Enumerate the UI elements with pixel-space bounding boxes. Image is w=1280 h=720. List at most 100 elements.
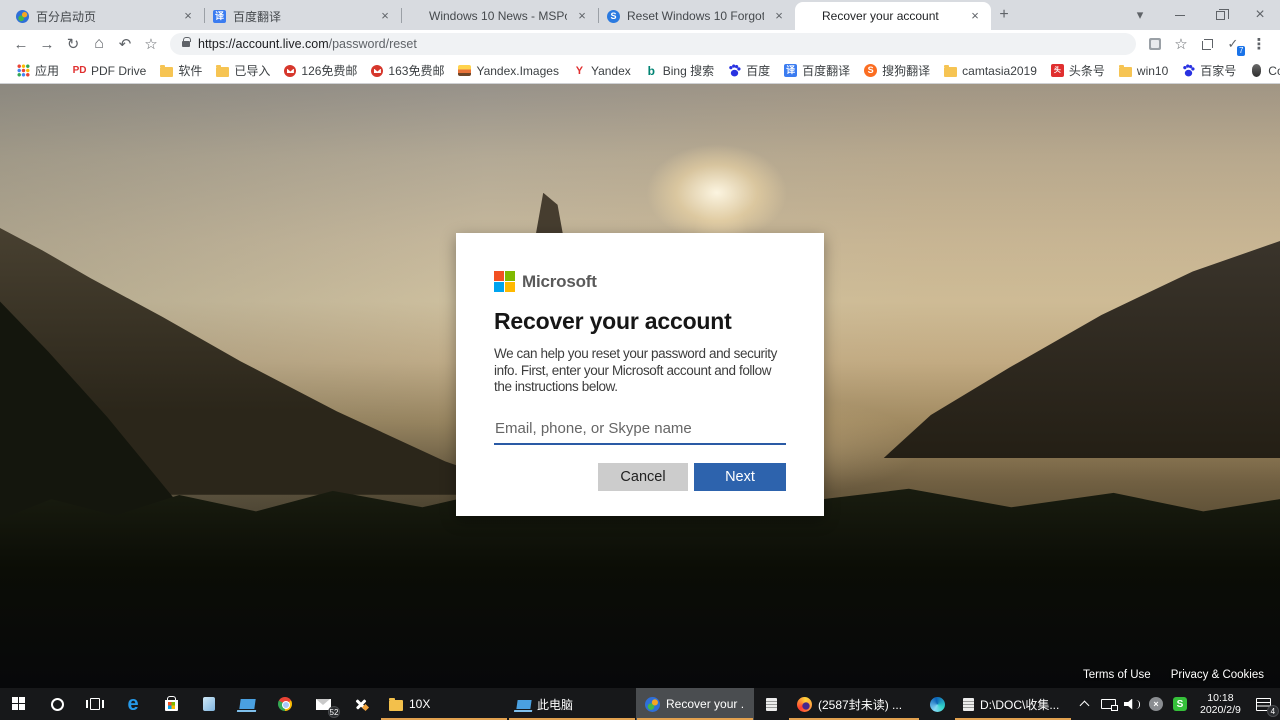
taskbar-window-firefox[interactable]: (2587封未读) ...: [788, 688, 920, 720]
network-monitor-icon: [1101, 699, 1116, 709]
volume-button[interactable]: [1120, 688, 1144, 720]
tab-list-dropdown-icon[interactable]: [1120, 0, 1160, 30]
pdf-drive-icon: [73, 64, 86, 77]
home-button[interactable]: [86, 32, 112, 56]
secure-lock-icon[interactable]: [182, 41, 190, 47]
bookmark-complete-guide[interactable]: Complete Guide...: [1243, 62, 1280, 80]
folder-icon: [944, 67, 957, 77]
address-bar[interactable]: https://account.live.com/password/reset: [170, 33, 1136, 55]
bookmark-folder-imported[interactable]: 已导入: [209, 60, 277, 81]
tab-recover-account[interactable]: Recover your account: [795, 2, 991, 30]
bookmark-star-button[interactable]: [138, 32, 164, 56]
edge-legacy-icon: [127, 694, 138, 714]
close-icon[interactable]: [771, 8, 787, 24]
wallpaper-right-hills: [883, 241, 1280, 458]
bookmark-baidu-translate[interactable]: 百度翻译: [777, 60, 857, 81]
extension-icon[interactable]: [1142, 32, 1168, 56]
bookmark-apps[interactable]: 应用: [10, 60, 66, 81]
taskbar-window-doc-notepad[interactable]: D:\DOC\收集...: [954, 688, 1072, 720]
cortana-search-button[interactable]: [38, 688, 76, 720]
tray-x-app-button[interactable]: [1144, 688, 1168, 720]
close-window-button[interactable]: [1240, 0, 1280, 30]
new-tab-button[interactable]: [991, 2, 1017, 28]
taskbar-clock[interactable]: 10:18 2020/2/9: [1192, 692, 1249, 716]
tab-cent-start-page[interactable]: 百分启动页: [8, 2, 204, 30]
store-bag-icon: [165, 700, 178, 711]
tools-button[interactable]: [342, 688, 380, 720]
yandex-images-icon: [458, 65, 471, 76]
mail-unread-badge: 52: [328, 706, 340, 718]
bookmark-toutiao[interactable]: 头条号: [1044, 60, 1112, 81]
bookmark-yandex[interactable]: Yandex: [566, 62, 638, 80]
firefox-icon: [797, 697, 812, 712]
forward-button[interactable]: [34, 32, 60, 56]
close-icon[interactable]: [180, 8, 196, 24]
edge-new-pinned-button[interactable]: [920, 688, 954, 720]
folder-icon: [389, 700, 403, 711]
window-controls: [1120, 0, 1280, 30]
close-icon[interactable]: [574, 8, 590, 24]
tab-windows-news[interactable]: Windows 10 News - MSPower: [402, 2, 598, 30]
notepad-pinned-button[interactable]: [754, 688, 788, 720]
mail-126-icon: [284, 65, 296, 77]
task-view-button[interactable]: [76, 688, 114, 720]
bookmark-163-mail[interactable]: 163免费邮: [364, 60, 451, 81]
bookmark-126-mail[interactable]: 126免费邮: [277, 60, 364, 81]
privacy-cookies-link[interactable]: Privacy & Cookies: [1171, 669, 1264, 681]
s-site-icon: [607, 10, 620, 23]
taskbar-window-10x[interactable]: 10X: [380, 688, 508, 720]
desktop: 百分启动页 百度翻译 Windows 10 News - MSPower Res…: [0, 0, 1280, 720]
tools-x-icon: [354, 697, 368, 711]
tab-reset-windows[interactable]: Reset Windows 10 Forgotten: [599, 2, 795, 30]
sogou-ime-button[interactable]: [1168, 688, 1192, 720]
account-input[interactable]: [494, 417, 786, 445]
apps-grid-icon: [17, 64, 30, 77]
microsoft-store-button[interactable]: [152, 688, 190, 720]
clock-time: 10:18: [1200, 692, 1241, 704]
screenshot-crop-icon[interactable]: [1194, 32, 1220, 56]
back-button[interactable]: [8, 32, 34, 56]
bookmark-pdf-drive[interactable]: PDF Drive: [66, 62, 153, 80]
bookmark-sogou-translate[interactable]: 搜狗翻译: [857, 60, 937, 81]
bookmark-folder-win10[interactable]: win10: [1112, 62, 1175, 80]
bookmark-folder-software[interactable]: 软件: [153, 60, 209, 81]
notepad-icon: [963, 698, 974, 711]
bookmark-baijiahao[interactable]: 百家号: [1175, 60, 1243, 81]
restore-button[interactable]: [1200, 0, 1240, 30]
network-button[interactable]: [1096, 688, 1120, 720]
bookmark-folder-camtasia[interactable]: camtasia2019: [937, 62, 1044, 80]
tray-overflow-button[interactable]: [1072, 688, 1096, 720]
check-glyph: 7: [1228, 36, 1239, 52]
reload-button[interactable]: [60, 32, 86, 56]
terms-of-use-link[interactable]: Terms of Use: [1083, 669, 1151, 681]
cancel-button[interactable]: Cancel: [598, 463, 688, 491]
bookmark-yandex-images[interactable]: Yandex.Images: [451, 62, 566, 80]
minimize-button[interactable]: [1160, 0, 1200, 30]
undo-closed-tab-button[interactable]: [112, 32, 138, 56]
folder-icon: [1119, 67, 1132, 77]
mail-button[interactable]: 52: [304, 688, 342, 720]
edge-legacy-button[interactable]: [114, 688, 152, 720]
sticky-notes-button[interactable]: [190, 688, 228, 720]
chrome-button[interactable]: [266, 688, 304, 720]
this-pc-pinned-button[interactable]: [228, 688, 266, 720]
action-center-button[interactable]: 4: [1249, 688, 1279, 720]
download-manager-icon[interactable]: 7: [1220, 32, 1246, 56]
start-button[interactable]: [0, 688, 38, 720]
sogou-icon: [864, 64, 877, 77]
next-button[interactable]: Next: [694, 463, 786, 491]
bookmark-page-button[interactable]: [1168, 32, 1194, 56]
close-icon[interactable]: [377, 8, 393, 24]
bookmarks-bar: 应用 PDF Drive 软件 已导入 126免费邮 163免费邮 Yandex…: [0, 58, 1280, 84]
close-icon[interactable]: [967, 8, 983, 24]
bookmark-bing[interactable]: Bing 搜索: [638, 60, 721, 81]
browser-menu-button[interactable]: [1246, 32, 1272, 56]
tab-baidu-translate[interactable]: 百度翻译: [205, 2, 401, 30]
page-content: Microsoft Recover your account We can he…: [0, 84, 1280, 688]
url-host: https://account.live.com: [198, 37, 329, 51]
taskbar-window-recover-account[interactable]: Recover your ...: [636, 688, 754, 720]
yandex-icon: [573, 64, 586, 77]
windows-start-icon: [12, 697, 26, 711]
bookmark-baidu[interactable]: 百度: [721, 60, 777, 81]
taskbar-window-this-pc[interactable]: 此电脑: [508, 688, 636, 720]
